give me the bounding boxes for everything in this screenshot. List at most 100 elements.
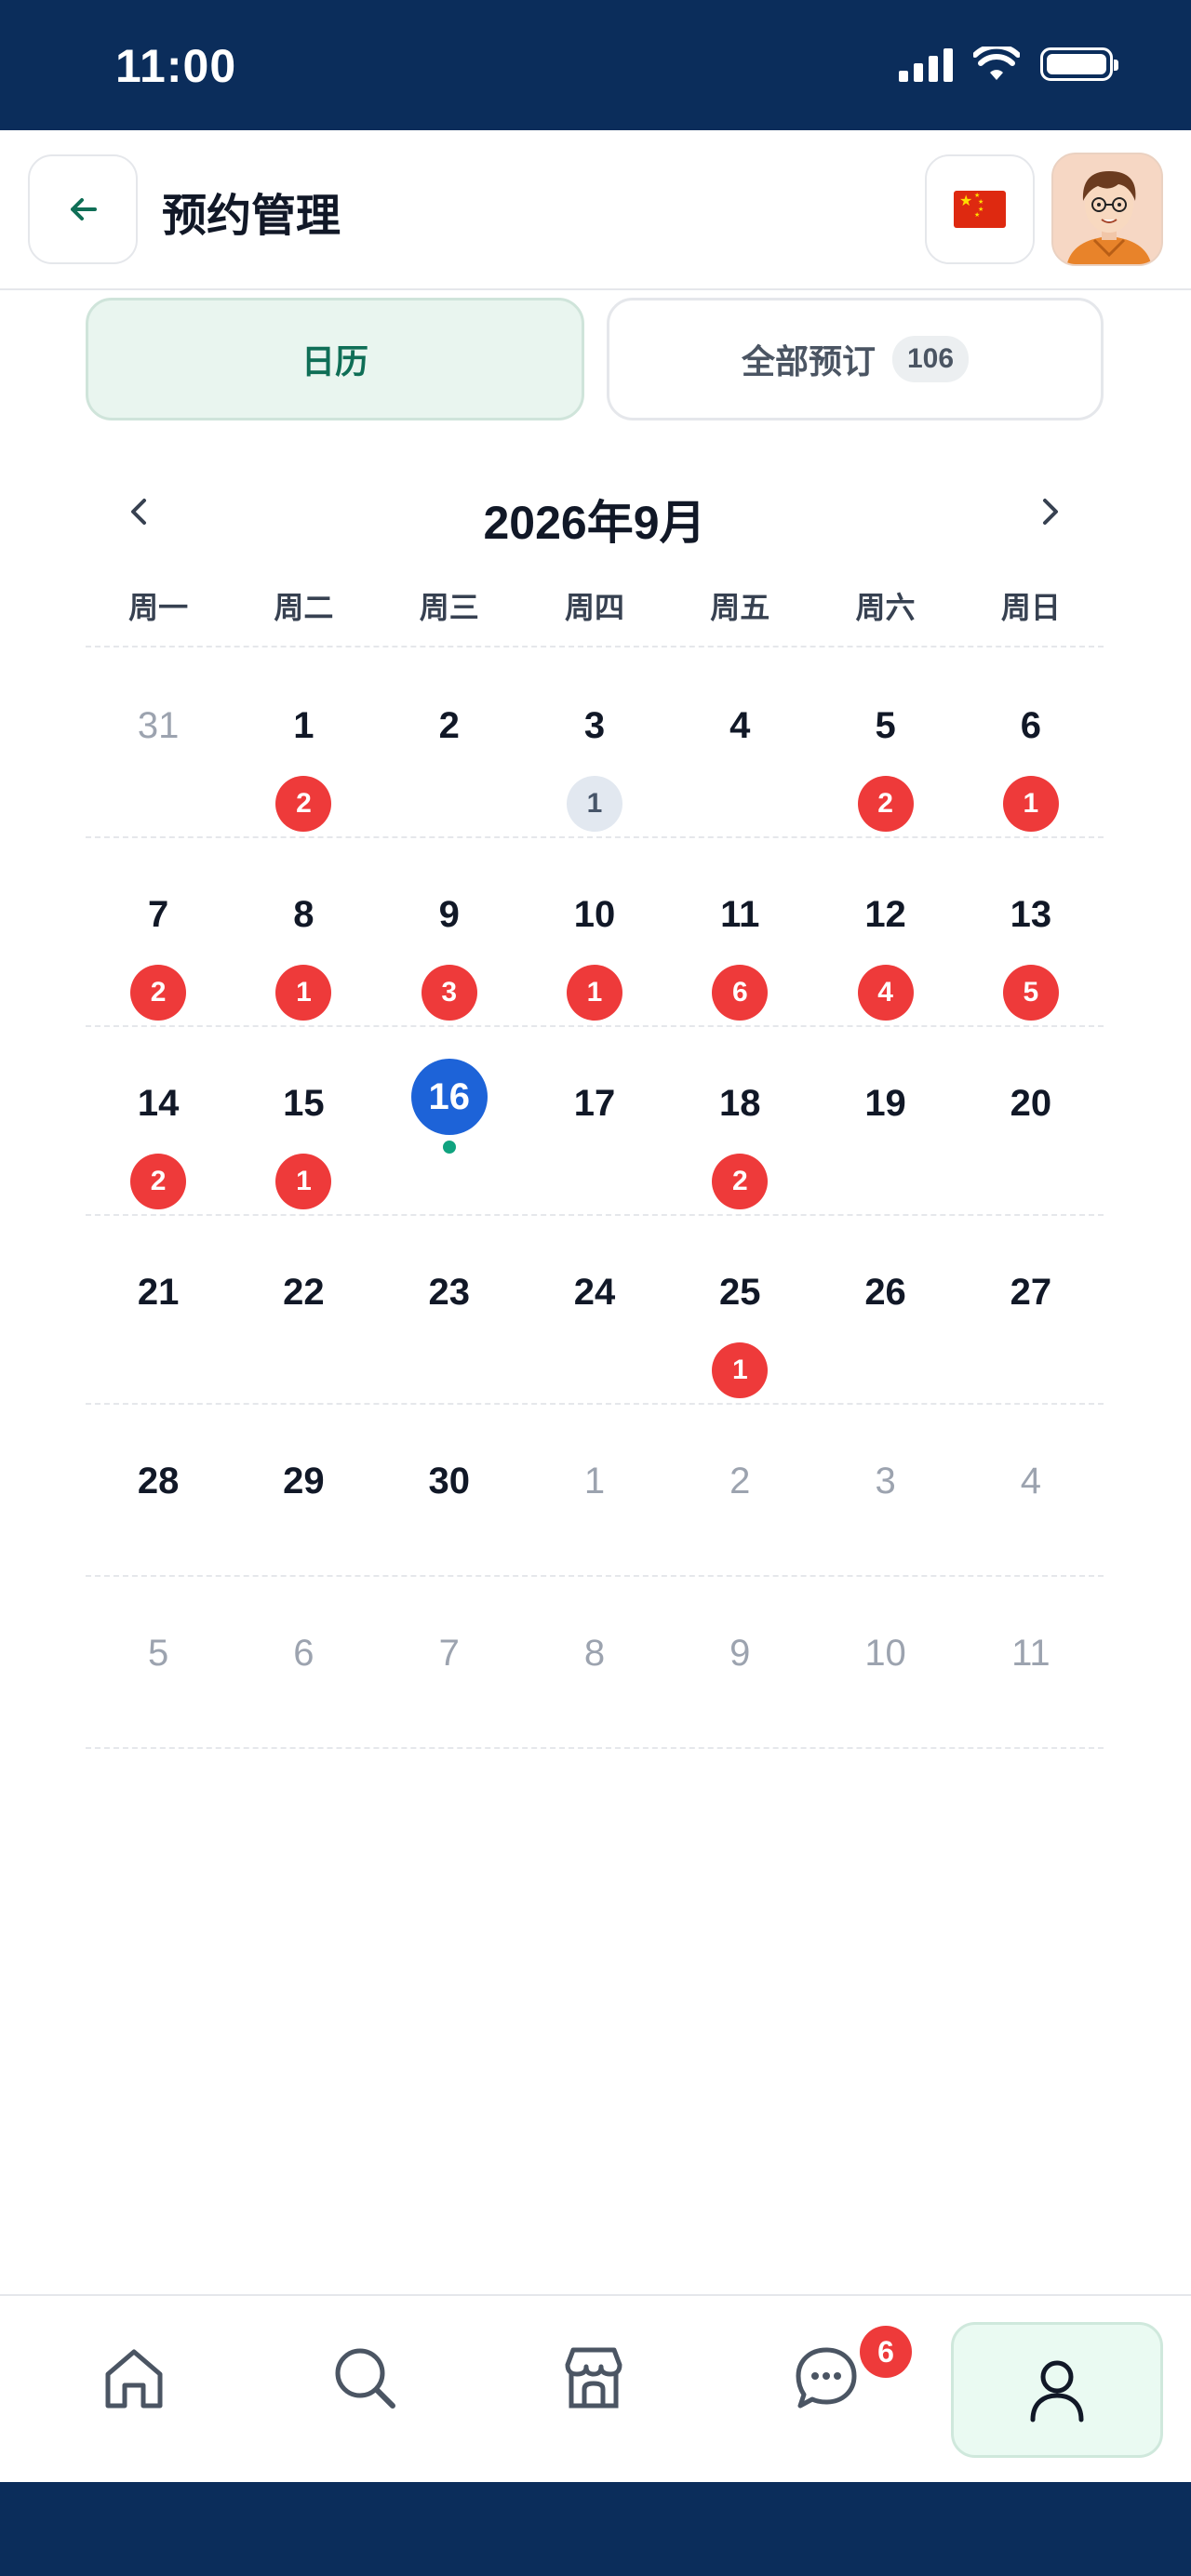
day-number: 26 bbox=[864, 1272, 906, 1313]
nav-profile-button[interactable] bbox=[951, 2322, 1163, 2458]
calendar-day[interactable]: 27 bbox=[958, 1216, 1104, 1403]
calendar-day[interactable]: 1 bbox=[522, 1405, 667, 1575]
month-navigation: 2026年9月 bbox=[86, 465, 1104, 558]
nav-home-button[interactable] bbox=[86, 2329, 182, 2426]
day-number: 4 bbox=[1020, 1461, 1041, 1502]
today-highlight: 16 bbox=[410, 1059, 488, 1135]
day-number: 14 bbox=[137, 1083, 180, 1124]
day-number: 15 bbox=[283, 1083, 325, 1124]
booking-count-badge: 2 bbox=[712, 1154, 769, 1209]
calendar-day[interactable]: 4 bbox=[667, 649, 812, 836]
day-number: 20 bbox=[1010, 1083, 1052, 1124]
calendar-week-row: 28 29 30 1 2 3 4 bbox=[86, 1405, 1104, 1577]
user-avatar[interactable] bbox=[1051, 153, 1163, 266]
calendar-week-row: 14 2 15 1 16 17 18 2 19 20 bbox=[86, 1027, 1104, 1216]
calendar-day[interactable]: 10 bbox=[812, 1577, 957, 1747]
chevron-right-icon bbox=[1043, 499, 1058, 525]
tab-all-bookings[interactable]: 全部预订 106 bbox=[607, 298, 1104, 420]
calendar-day[interactable]: 20 bbox=[958, 1027, 1104, 1214]
calendar-day[interactable]: 12 bbox=[231, 649, 376, 836]
calendar-day[interactable]: 17 bbox=[522, 1027, 667, 1214]
language-button[interactable]: ★ ★ ★ ★ ★ bbox=[925, 154, 1035, 264]
day-number: 6 bbox=[1020, 705, 1041, 746]
calendar-week-row: 5 6 7 8 9 10 11 bbox=[86, 1577, 1104, 1749]
booking-count-badge: 1 bbox=[275, 965, 332, 1021]
battery-icon bbox=[1040, 47, 1118, 81]
bottom-navigation: 6 bbox=[0, 2294, 1191, 2482]
calendar-day[interactable]: 15 1 bbox=[231, 1027, 376, 1214]
day-number: 30 bbox=[428, 1461, 470, 1502]
profile-icon bbox=[1030, 2360, 1084, 2423]
calendar-day[interactable]: 2 bbox=[377, 649, 522, 836]
day-number: 11 bbox=[1011, 1633, 1050, 1674]
day-number: 5 bbox=[148, 1633, 169, 1674]
messages-badge: 6 bbox=[860, 2326, 912, 2378]
month-title: 2026年9月 bbox=[483, 497, 706, 549]
calendar-day[interactable]: 26 bbox=[812, 1216, 957, 1403]
calendar-day[interactable]: 2 bbox=[667, 1405, 812, 1575]
day-number: 22 bbox=[283, 1272, 325, 1313]
page-title: 预约管理 bbox=[162, 192, 341, 241]
calendar-day[interactable]: 3 bbox=[812, 1405, 957, 1575]
calendar-day[interactable]: 13 5 bbox=[958, 838, 1104, 1025]
tab-all-bookings-label: 全部预订 bbox=[741, 342, 876, 380]
calendar-day[interactable]: 14 2 bbox=[86, 1027, 231, 1214]
booking-count-badge: 1 bbox=[566, 776, 622, 832]
calendar-day[interactable]: 12 4 bbox=[812, 838, 957, 1025]
calendar-day[interactable]: 81 bbox=[231, 838, 376, 1025]
calendar-day[interactable]: 21 bbox=[86, 1216, 231, 1403]
calendar-day[interactable]: 31 bbox=[86, 649, 231, 836]
calendar-day[interactable]: 9 bbox=[667, 1577, 812, 1747]
day-number: 7 bbox=[438, 1633, 460, 1674]
booking-count-badge: 4 bbox=[857, 965, 914, 1021]
status-bar: 11:00 bbox=[0, 0, 1191, 130]
calendar-day[interactable]: 61 bbox=[958, 649, 1104, 836]
calendar-day-today[interactable]: 16 bbox=[377, 1027, 522, 1214]
today-indicator-dot bbox=[442, 1141, 456, 1154]
calendar-day[interactable]: 4 bbox=[958, 1405, 1104, 1575]
calendar-day[interactable]: 30 bbox=[377, 1405, 522, 1575]
calendar-day[interactable]: 23 bbox=[377, 1216, 522, 1403]
weekday-label: 周六 bbox=[855, 591, 916, 624]
day-number: 21 bbox=[137, 1272, 180, 1313]
tab-calendar[interactable]: 日历 bbox=[86, 298, 584, 420]
booking-count-badge: 1 bbox=[275, 1154, 332, 1209]
calendar-day[interactable]: 29 bbox=[231, 1405, 376, 1575]
next-month-button[interactable] bbox=[1022, 484, 1077, 540]
calendar-day[interactable]: 11 bbox=[958, 1577, 1104, 1747]
day-number: 27 bbox=[1010, 1272, 1052, 1313]
calendar-day[interactable]: 52 bbox=[812, 649, 957, 836]
calendar-day[interactable]: 28 bbox=[86, 1405, 231, 1575]
day-number: 29 bbox=[283, 1461, 325, 1502]
calendar-day[interactable]: 7 bbox=[377, 1577, 522, 1747]
nav-store-button[interactable] bbox=[545, 2329, 642, 2426]
calendar-day[interactable]: 10 1 bbox=[522, 838, 667, 1025]
booking-count-badge: 1 bbox=[712, 1342, 769, 1398]
calendar-day[interactable]: 72 bbox=[86, 838, 231, 1025]
weekday-label: 周三 bbox=[419, 591, 479, 624]
calendar-week-row: 31 1 2 2 3 1 4 5 2 6 1 bbox=[86, 649, 1104, 838]
status-time: 11:00 bbox=[115, 40, 237, 92]
back-button[interactable] bbox=[28, 154, 138, 264]
calendar-day[interactable]: 5 bbox=[86, 1577, 231, 1747]
status-icons bbox=[899, 47, 1118, 82]
calendar-day[interactable]: 93 bbox=[377, 838, 522, 1025]
calendar-day[interactable]: 18 2 bbox=[667, 1027, 812, 1214]
day-number: 28 bbox=[137, 1461, 180, 1502]
calendar-day[interactable]: 22 bbox=[231, 1216, 376, 1403]
calendar-day[interactable]: 6 bbox=[231, 1577, 376, 1747]
calendar-day[interactable]: 8 bbox=[522, 1577, 667, 1747]
day-number: 11 bbox=[720, 894, 760, 935]
weekday-label: 周一 bbox=[128, 591, 189, 624]
calendar-day[interactable]: 31 bbox=[522, 649, 667, 836]
calendar-day[interactable]: 11 6 bbox=[667, 838, 812, 1025]
weekday-label: 周五 bbox=[710, 591, 770, 624]
day-number: 10 bbox=[573, 894, 616, 935]
calendar-day[interactable]: 19 bbox=[812, 1027, 957, 1214]
day-number: 2 bbox=[438, 705, 460, 746]
day-number: 2 bbox=[729, 1461, 751, 1502]
calendar-day[interactable]: 24 bbox=[522, 1216, 667, 1403]
calendar-grid: 31 1 2 2 3 1 4 5 2 6 1 7 2 8 1 9 3 10 1 11 6 12 4 13 5 14 2 15 1 16 17… bbox=[86, 649, 1104, 1749]
calendar-day[interactable]: 25 1 bbox=[667, 1216, 812, 1403]
nav-search-button[interactable] bbox=[316, 2329, 413, 2426]
